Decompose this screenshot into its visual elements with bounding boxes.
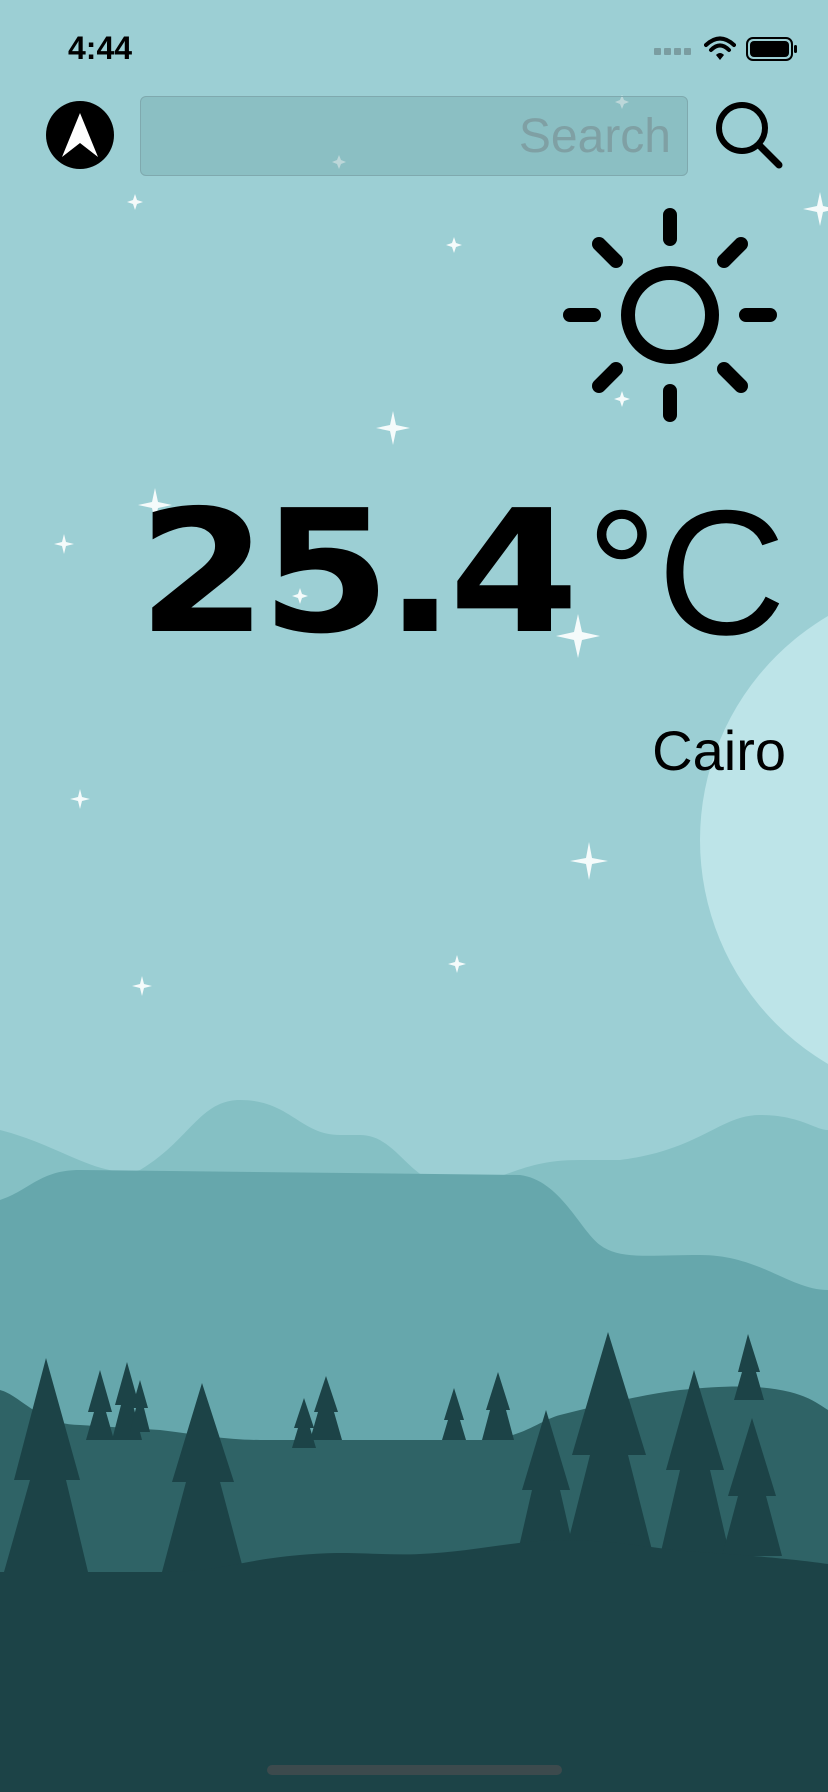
wifi-icon (704, 36, 736, 60)
status-indicators (654, 34, 798, 64)
navigation-arrow-icon (62, 113, 98, 157)
search-field-container (140, 96, 688, 176)
cellular-signal-icon (654, 48, 691, 55)
search-button[interactable] (710, 96, 790, 176)
battery-icon (746, 37, 797, 61)
status-bar: 4:44 (0, 0, 828, 100)
current-location-button[interactable] (46, 101, 114, 169)
temperature-value: 25.4 (137, 474, 579, 672)
sun-icon (563, 208, 777, 422)
city-name: Cairo (652, 719, 786, 782)
search-input[interactable] (141, 97, 687, 175)
ground (0, 1540, 828, 1792)
status-time: 4:44 (68, 30, 133, 66)
temperature-display: 25.4 °C (137, 473, 786, 672)
temperature-unit: °C (586, 473, 786, 672)
magnifying-glass-icon (716, 102, 783, 169)
home-indicator[interactable] (267, 1765, 562, 1775)
